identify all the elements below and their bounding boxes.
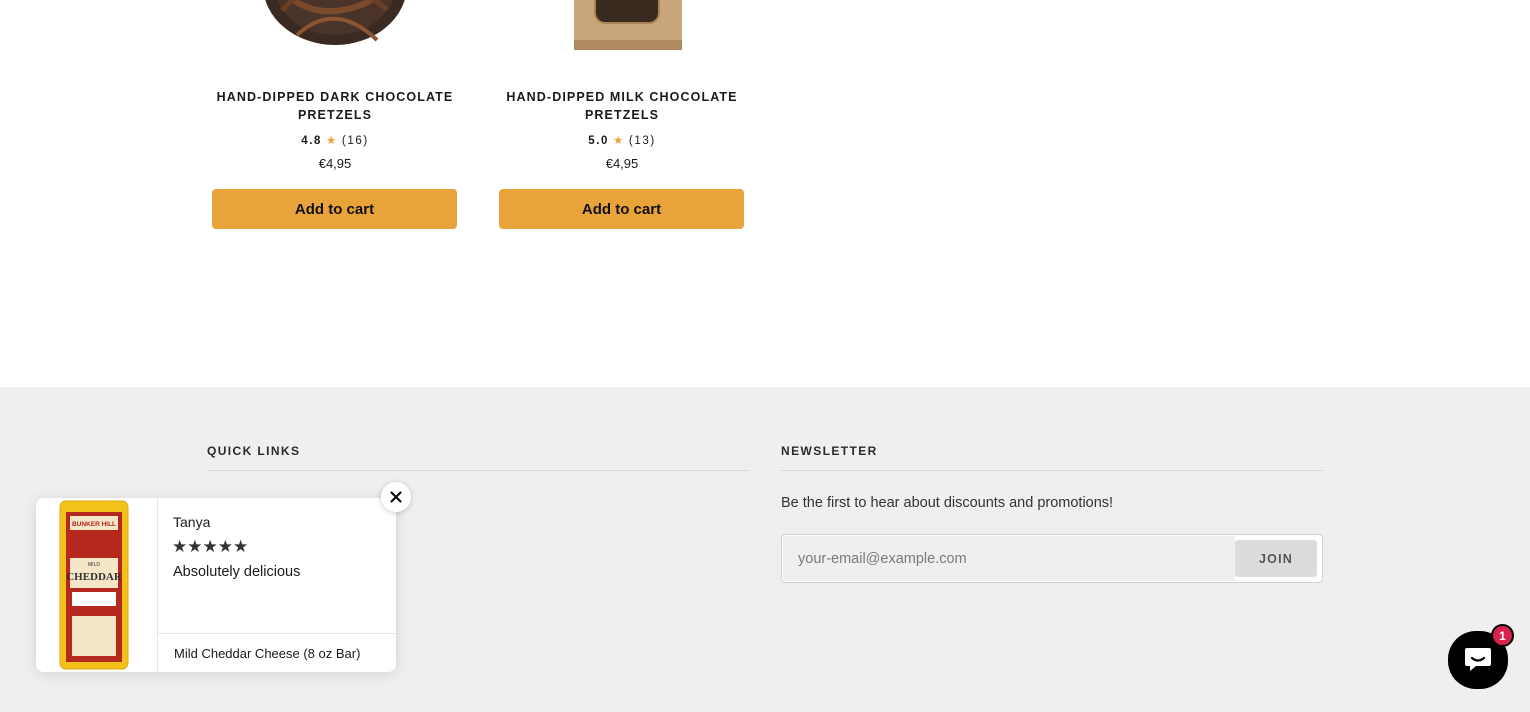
rating-value: 5.0: [588, 135, 609, 147]
review-stars-icon: ★★★★★: [172, 537, 249, 556]
product-grid: HAND-DIPPED DARK CHOCOLATE PRETZELS 4.8 ★…: [0, 0, 1530, 387]
product-rating: 5.0 ★ (13): [499, 133, 745, 147]
product-title[interactable]: HAND-DIPPED DARK CHOCOLATE PRETZELS: [212, 88, 458, 124]
product-title[interactable]: HAND-DIPPED MILK CHOCOLATE PRETZELS: [499, 88, 745, 124]
newsletter-form: JOIN: [781, 534, 1323, 583]
product-price: €4,95: [605, 156, 639, 171]
chat-notification-badge: 1: [1491, 624, 1514, 647]
review-text: Absolutely delicious: [173, 564, 301, 580]
product-image[interactable]: [212, 0, 458, 55]
review-product-name[interactable]: Mild Cheddar Cheese (8 oz Bar): [158, 633, 396, 672]
email-input[interactable]: [783, 536, 1235, 581]
product-image[interactable]: [499, 0, 745, 55]
cheese-mild-text: MILD: [88, 562, 100, 568]
add-to-cart-button[interactable]: Add to cart: [499, 189, 744, 229]
review-popup[interactable]: BUNKER HILL MILD CHEDDAR Tanya ★★★★★ Abs…: [36, 482, 411, 672]
rating-count: (13): [628, 135, 656, 147]
add-to-cart-button[interactable]: Add to cart: [212, 189, 457, 229]
newsletter-heading: NEWSLETTER: [781, 444, 1323, 471]
chat-bubble-icon: [1465, 648, 1491, 671]
quick-links-heading: QUICK LINKS: [207, 444, 749, 471]
rating-value: 4.8: [301, 135, 322, 147]
join-button[interactable]: JOIN: [1235, 540, 1317, 577]
product-price: €4,95: [318, 156, 352, 171]
rating-count: (16): [341, 135, 369, 147]
cheese-brand-text: BUNKER HILL: [72, 521, 116, 528]
review-product-image: BUNKER HILL MILD CHEDDAR: [36, 498, 158, 672]
newsletter-section: NEWSLETTER Be the first to hear about di…: [781, 444, 1323, 583]
close-icon[interactable]: [381, 482, 411, 512]
star-icon: ★: [613, 135, 625, 147]
product-rating: 4.8 ★ (16): [212, 133, 458, 147]
page: HAND-DIPPED DARK CHOCOLATE PRETZELS 4.8 ★…: [0, 0, 1530, 712]
reviewer-name: Tanya: [173, 514, 211, 530]
newsletter-text: Be the first to hear about discounts and…: [781, 495, 1114, 511]
cheese-cheddar-text: CHEDDAR: [66, 571, 123, 583]
star-icon: ★: [326, 135, 338, 147]
